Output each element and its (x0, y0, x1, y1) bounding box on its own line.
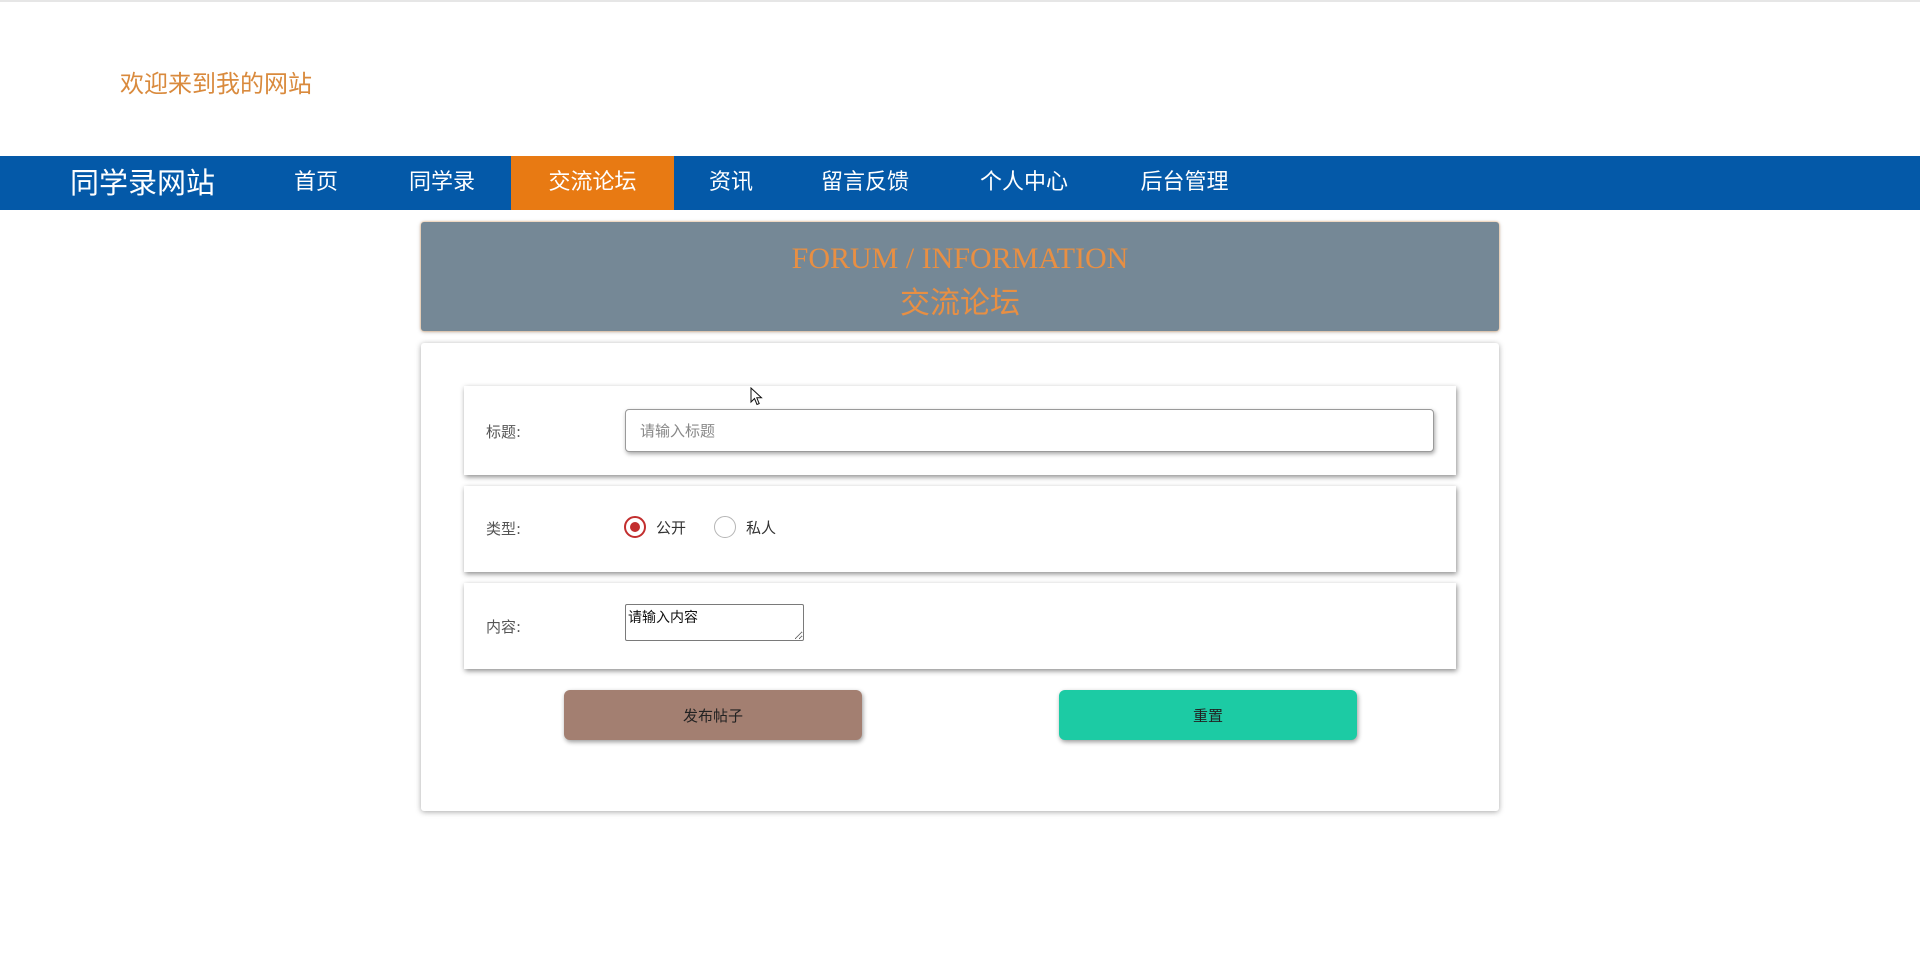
title-input[interactable] (625, 409, 1434, 452)
type-row: 类型: 公开 私人 (464, 486, 1456, 572)
content-row: 内容: (464, 583, 1456, 669)
nav-item-home[interactable]: 首页 (261, 156, 371, 212)
radio-private[interactable]: 私人 (714, 516, 776, 538)
nav-item-label: 留言反馈 (820, 170, 909, 195)
mouse-cursor-icon (750, 387, 763, 406)
nav-item-label: 后台管理 (1140, 170, 1229, 195)
radio-public[interactable]: 公开 (624, 516, 686, 538)
nav-item-underline (377, 210, 507, 212)
nav-item-forum[interactable]: 交流论坛 (511, 156, 674, 210)
banner-title-en: FORUM / INFORMATION (791, 242, 1129, 275)
radio-private-circle[interactable] (714, 516, 736, 538)
nav-item-label: 资讯 (708, 170, 753, 195)
welcome-text: 欢迎来到我的网站 (120, 70, 312, 98)
nav-item-admin[interactable]: 后台管理 (1106, 156, 1263, 212)
radio-checked-dot (630, 522, 640, 532)
title-row: 标题: (464, 386, 1456, 475)
radio-public-label: 公开 (656, 518, 687, 537)
banner-title-cn: 交流论坛 (900, 287, 1020, 320)
publish-post-button[interactable]: 发布帖子 (564, 690, 862, 740)
radio-public-circle[interactable] (624, 516, 646, 538)
content-textarea[interactable] (625, 604, 804, 641)
nav-item-underline (676, 210, 786, 212)
nav-item-label: 首页 (293, 170, 338, 195)
nav-item-label: 同学录 (408, 170, 475, 195)
content-label: 内容: (486, 618, 522, 636)
title-label: 标题: (486, 423, 522, 441)
radio-private-label: 私人 (746, 518, 777, 537)
nav-item-underline (946, 210, 1102, 212)
nav-item-news[interactable]: 资讯 (676, 156, 786, 212)
nav-item-underline (790, 210, 940, 212)
nav-item-underline (261, 210, 371, 212)
main-navbar: 同学录网站 首页 同学录 交流论坛 资讯 留言反馈 个人中心 后台管理 (0, 156, 1920, 212)
forum-banner: FORUM / INFORMATION 交流论坛 (421, 222, 1499, 331)
top-border-line (0, 0, 1920, 2)
site-brand[interactable]: 同学录网站 (70, 156, 215, 210)
nav-item-classmates[interactable]: 同学录 (377, 156, 507, 212)
nav-item-label: 交流论坛 (548, 170, 637, 195)
nav-item-label: 个人中心 (979, 170, 1068, 195)
post-form-panel: 标题: 类型: 公开 私人 内容: 发布帖子 重置 (421, 343, 1499, 811)
nav-item-underline (1106, 210, 1263, 212)
nav-item-feedback[interactable]: 留言反馈 (790, 156, 940, 212)
type-label: 类型: (486, 520, 522, 538)
reset-button[interactable]: 重置 (1059, 690, 1357, 740)
nav-item-profile[interactable]: 个人中心 (946, 156, 1102, 212)
